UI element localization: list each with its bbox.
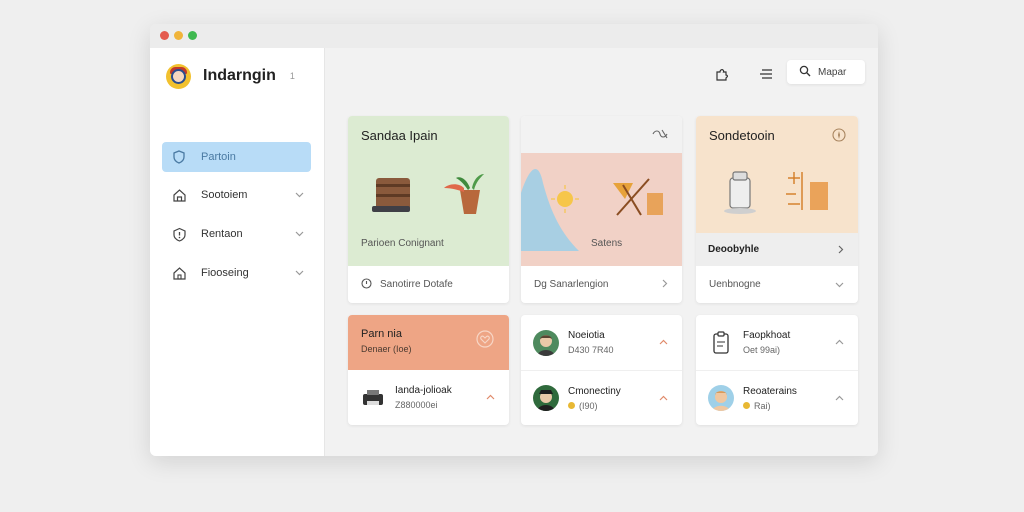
card-subheader-label: Deoobyhle bbox=[708, 244, 760, 255]
search-button[interactable]: Mapar bbox=[787, 60, 865, 84]
card-subheader[interactable]: Deoobyhle bbox=[696, 233, 858, 266]
card-footer-label: Dg Sanarlengion bbox=[534, 279, 609, 290]
card-sandaa-ipain[interactable]: Sandaa Ipain Parioen Conignant Sanotirre… bbox=[348, 116, 509, 303]
chevron-up-icon[interactable] bbox=[659, 393, 668, 404]
clock-icon bbox=[361, 277, 372, 292]
chevron-up-icon[interactable] bbox=[835, 393, 844, 404]
shield-icon bbox=[171, 149, 187, 165]
avatar bbox=[533, 329, 559, 356]
menu-lines-icon[interactable] bbox=[756, 64, 776, 84]
card-sondetooin[interactable]: Sondetooin Deoobyhle Uenbnogne bbox=[696, 116, 858, 303]
list-item-sub: D430 7R40 bbox=[568, 345, 614, 355]
card-footer[interactable]: Uenbnogne bbox=[696, 266, 858, 303]
list-item-sub: Rai) bbox=[743, 401, 835, 411]
chevron-down-icon[interactable] bbox=[293, 190, 305, 201]
card-caption: Satens bbox=[591, 238, 623, 249]
card-title: Sondetooin bbox=[709, 128, 775, 143]
list-item-title: Cmonectiny bbox=[568, 385, 621, 397]
panel-header[interactable]: Parn nia Denaer (Ioe) bbox=[348, 315, 509, 370]
card-footer[interactable]: Sanotirre Dotafe bbox=[348, 266, 509, 303]
list-item[interactable]: Faopkhoat Oet 99ai) bbox=[696, 315, 858, 370]
card-footer[interactable]: Dg Sanarlengion bbox=[521, 266, 682, 303]
chevron-right-icon[interactable] bbox=[838, 241, 844, 259]
list-item-sub-text: Rai) bbox=[754, 400, 771, 411]
minimize-window-button[interactable] bbox=[174, 31, 183, 40]
card-footer-label: Uenbnogne bbox=[709, 279, 761, 290]
panel-people: Noeiotia D430 7R40 Cmonectiny (I90) bbox=[521, 315, 682, 425]
search-icon bbox=[799, 65, 811, 80]
list-item-title: Noeiotia bbox=[568, 330, 605, 341]
list-item[interactable]: Noeiotia D430 7R40 bbox=[521, 315, 682, 370]
books-illustration bbox=[372, 178, 410, 212]
card-satens[interactable]: Satens Dg Sanarlengion bbox=[521, 116, 682, 303]
panel-parn-nia: Parn nia Denaer (Ioe) Ianda-jolioak Z880… bbox=[348, 315, 509, 425]
list-item[interactable]: Cmonectiny (I90) bbox=[521, 370, 682, 425]
info-icon bbox=[171, 226, 187, 242]
sidebar-item-label: Rentaon bbox=[201, 228, 243, 240]
sidebar: Indarngin 1 Partoin Sootoiem Rentaon Fio… bbox=[150, 48, 325, 456]
avatar bbox=[533, 385, 559, 411]
clipboard-icon bbox=[708, 330, 734, 356]
list-item-sub: (I90) bbox=[568, 401, 659, 411]
title-bar bbox=[150, 24, 878, 48]
avatar bbox=[708, 385, 734, 411]
list-item[interactable]: Ianda-jolioak Z880000ei bbox=[348, 370, 509, 425]
list-item-title: Faopkhoat bbox=[743, 330, 791, 341]
chevron-up-icon[interactable] bbox=[486, 392, 495, 403]
card-footer-label: Sanotirre Dotafe bbox=[380, 279, 453, 290]
compass-icon[interactable] bbox=[832, 128, 846, 147]
brand-logo-icon bbox=[166, 63, 191, 89]
list-item-sub: Oet 99ai) bbox=[743, 345, 781, 355]
sidebar-item-rentaon[interactable]: Rentaon bbox=[162, 219, 311, 249]
maximize-window-button[interactable] bbox=[188, 31, 197, 40]
app-window: Indarngin 1 Partoin Sootoiem Rentaon Fio… bbox=[150, 24, 878, 456]
chevron-up-icon[interactable] bbox=[835, 337, 844, 348]
chevron-up-icon[interactable] bbox=[659, 337, 668, 348]
list-item-title: Ianda-jolioak bbox=[395, 385, 452, 396]
card-title: Sandaa Ipain bbox=[361, 128, 438, 143]
chevron-right-icon[interactable] bbox=[662, 279, 668, 291]
chevron-down-icon[interactable] bbox=[293, 229, 305, 240]
heart-icon[interactable] bbox=[476, 330, 494, 353]
card-caption: Parioen Conignant bbox=[361, 238, 444, 249]
sidebar-item-label: Sootoiem bbox=[201, 189, 248, 201]
list-item[interactable]: Reoaterains Rai) bbox=[696, 370, 858, 425]
home-icon bbox=[171, 265, 187, 281]
chevron-down-icon[interactable] bbox=[293, 268, 305, 279]
sidebar-item-sootoiem[interactable]: Sootoiem bbox=[162, 180, 311, 210]
printer-icon bbox=[360, 385, 386, 411]
sidebar-item-fiooseing[interactable]: Fiooseing bbox=[162, 258, 311, 288]
card-hero bbox=[521, 153, 682, 266]
house-icon bbox=[171, 187, 187, 203]
app-name: Indarngin bbox=[203, 67, 276, 84]
puzzle-icon[interactable] bbox=[712, 64, 732, 84]
close-window-button[interactable] bbox=[160, 31, 169, 40]
brand[interactable]: Indarngin 1 bbox=[166, 63, 295, 89]
close-icon[interactable] bbox=[651, 127, 669, 145]
sidebar-item-partoin[interactable]: Partoin bbox=[162, 142, 311, 172]
list-item-title: Reoaterains bbox=[743, 385, 797, 397]
chevron-down-icon[interactable] bbox=[835, 279, 844, 291]
coin-icon bbox=[568, 402, 575, 409]
panel-files: Faopkhoat Oet 99ai) Reoaterains Rai) bbox=[696, 315, 858, 425]
app-badge: 1 bbox=[289, 71, 295, 81]
sidebar-item-label: Fiooseing bbox=[201, 267, 249, 279]
search-label: Mapar bbox=[818, 66, 847, 78]
sidebar-item-label: Partoin bbox=[201, 151, 236, 163]
plant-illustration bbox=[444, 174, 484, 214]
list-item-sub-text: (I90) bbox=[579, 400, 598, 411]
list-item-sub: Z880000ei bbox=[395, 400, 438, 410]
coin-icon bbox=[743, 402, 750, 409]
